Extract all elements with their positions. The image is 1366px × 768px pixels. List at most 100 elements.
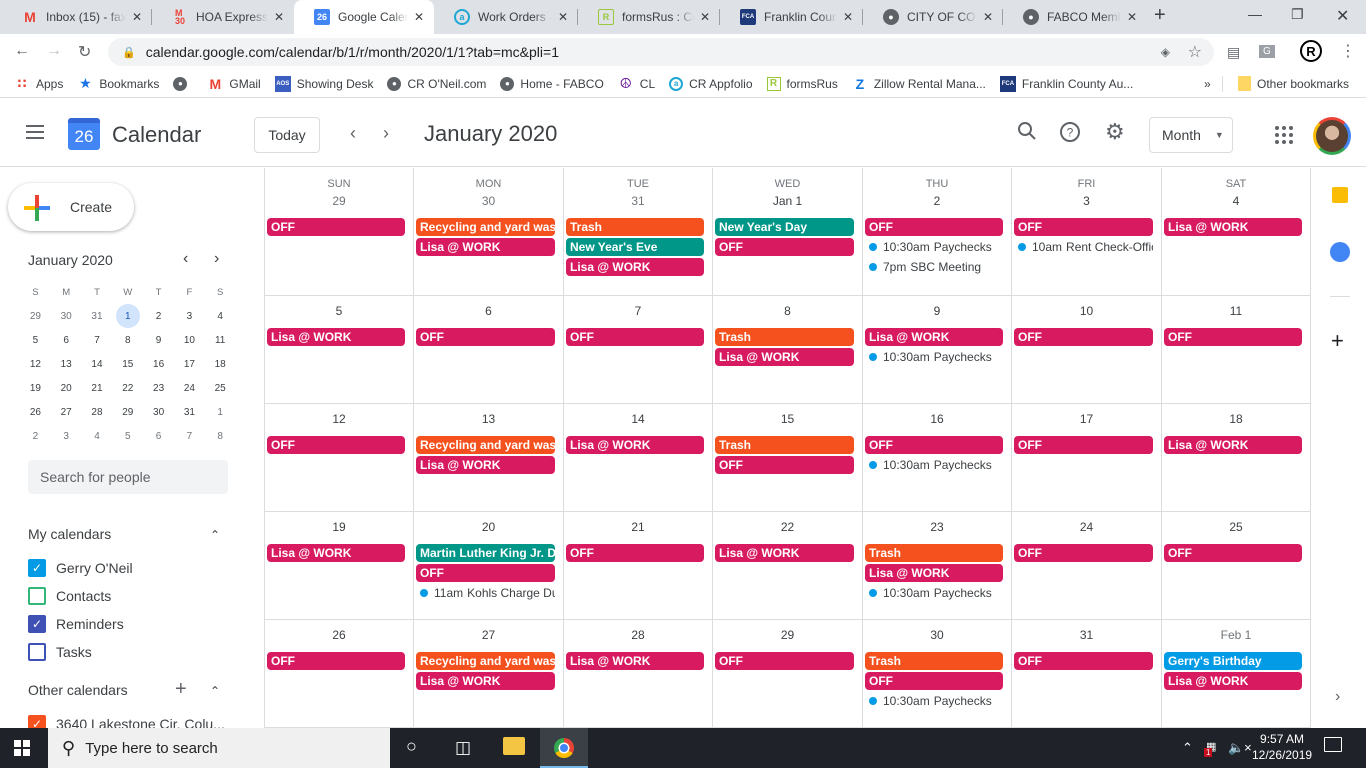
chrome-taskbar-button[interactable] — [540, 728, 588, 768]
event-chip[interactable]: Lisa @ WORK — [566, 652, 704, 670]
day-number[interactable]: 9 — [863, 304, 1011, 318]
day-cell[interactable]: THU 2 OFF 10:30am Paychecks 7pm SBC Meeting — [863, 168, 1012, 296]
mini-day[interactable]: 25 — [205, 376, 236, 400]
event-chip[interactable]: Lisa @ WORK — [267, 544, 405, 562]
new-tab-button[interactable]: + — [1154, 4, 1166, 27]
previous-month-button[interactable]: ‹ — [350, 123, 356, 144]
action-center-icon[interactable] — [1324, 737, 1342, 752]
event-chip[interactable]: Trash — [715, 436, 854, 454]
bookmark-star-icon[interactable]: ☆ — [1188, 42, 1202, 62]
mini-day[interactable]: 11 — [205, 328, 236, 352]
day-number[interactable]: 15 — [713, 412, 862, 426]
today-button[interactable]: Today — [254, 117, 320, 153]
mini-day[interactable]: 22 — [112, 376, 143, 400]
mini-day[interactable]: 6 — [51, 328, 82, 352]
event-chip[interactable]: Recycling and yard waste — [416, 652, 555, 670]
mini-day[interactable]: 21 — [82, 376, 113, 400]
mini-day[interactable]: 6 — [143, 424, 174, 448]
event-chip[interactable]: Recycling and yard waste — [416, 218, 555, 236]
mini-day[interactable]: 26 — [20, 400, 51, 424]
mini-day[interactable]: 18 — [205, 352, 236, 376]
day-number[interactable]: 4 — [1162, 194, 1310, 208]
day-cell[interactable]: 13 Recycling and yard waste Lisa @ WORK — [414, 404, 564, 512]
mini-day[interactable]: 15 — [112, 352, 143, 376]
day-number[interactable]: 26 — [265, 628, 413, 642]
my-calendars-title[interactable]: My calendars — [28, 526, 111, 542]
mini-day[interactable]: 12 — [20, 352, 51, 376]
calendar-checkbox[interactable]: ✓ — [28, 559, 46, 577]
event-chip[interactable]: Gerry's Birthday — [1164, 652, 1302, 670]
day-cell[interactable]: 22 Lisa @ WORK — [713, 512, 863, 620]
help-icon[interactable]: ? — [1059, 121, 1081, 149]
minimize-button[interactable]: — — [1248, 6, 1262, 22]
day-cell[interactable]: 18 Lisa @ WORK — [1162, 404, 1311, 512]
volume-muted-icon[interactable]: 🔈× — [1228, 740, 1252, 756]
bookmark-item[interactable]: RformsRus — [766, 76, 838, 91]
day-number[interactable]: 27 — [414, 628, 563, 642]
create-button[interactable]: Create — [8, 183, 134, 231]
event-chip[interactable]: OFF — [267, 652, 405, 670]
mini-day[interactable]: 3 — [51, 424, 82, 448]
bookmark-item[interactable]: ● Home - FABCO — [500, 76, 604, 91]
event-chip[interactable]: Martin Luther King Jr. Day — [416, 544, 555, 562]
timed-event[interactable]: 10amRent Check-Office — [1016, 238, 1153, 256]
day-cell[interactable]: 21 OFF — [564, 512, 713, 620]
mini-day[interactable]: 29 — [20, 304, 51, 328]
day-number[interactable]: 31 — [564, 194, 712, 208]
day-cell[interactable]: 26 OFF — [265, 620, 414, 728]
day-cell[interactable]: 24 OFF — [1012, 512, 1162, 620]
back-button[interactable]: ← — [14, 42, 30, 60]
browser-tab[interactable]: M30 HOA Express re ✕ — [152, 0, 294, 34]
timed-event[interactable]: 7pm SBC Meeting — [867, 258, 1003, 276]
mini-day[interactable]: 31 — [82, 304, 113, 328]
day-number[interactable]: 13 — [414, 412, 563, 426]
mini-day[interactable]: 20 — [51, 376, 82, 400]
next-month-button[interactable]: › — [383, 123, 389, 144]
day-cell[interactable]: 11 OFF — [1162, 296, 1311, 404]
event-chip[interactable]: Recycling and yard waste — [416, 436, 555, 454]
event-chip[interactable]: Lisa @ WORK — [416, 238, 555, 256]
mini-day[interactable]: 28 — [82, 400, 113, 424]
mini-day[interactable]: 13 — [51, 352, 82, 376]
day-cell[interactable]: 12 OFF — [265, 404, 414, 512]
close-tab-icon[interactable]: ✕ — [1127, 10, 1137, 24]
close-window-button[interactable]: ✕ — [1336, 6, 1349, 26]
event-chip[interactable]: OFF — [416, 564, 555, 582]
mini-day[interactable]: 8 — [112, 328, 143, 352]
day-cell[interactable]: 15 Trash OFF — [713, 404, 863, 512]
mini-day[interactable]: 14 — [82, 352, 113, 376]
mini-day[interactable]: 5 — [20, 328, 51, 352]
timed-event[interactable]: 10:30am Paychecks — [867, 584, 1003, 602]
file-explorer-icon[interactable] — [503, 737, 525, 755]
mini-day[interactable]: 17 — [174, 352, 205, 376]
browser-tab[interactable]: ● FABCO Membe ✕ — [1003, 0, 1147, 34]
event-chip[interactable]: Lisa @ WORK — [715, 348, 854, 366]
day-cell[interactable]: 19 Lisa @ WORK — [265, 512, 414, 620]
day-number[interactable]: 30 — [414, 194, 563, 208]
mini-day[interactable]: 2 — [20, 424, 51, 448]
mini-day[interactable]: 31 — [174, 400, 205, 424]
day-number[interactable]: 28 — [564, 628, 712, 642]
day-number[interactable]: 21 — [564, 520, 712, 534]
day-cell[interactable]: 30 Trash OFF 10:30am Paychecks — [863, 620, 1012, 728]
event-chip[interactable]: Trash — [715, 328, 854, 346]
event-chip[interactable]: Trash — [865, 544, 1003, 562]
mini-day[interactable]: 30 — [51, 304, 82, 328]
event-chip[interactable]: Lisa @ WORK — [566, 258, 704, 276]
event-chip[interactable]: OFF — [566, 328, 704, 346]
day-number[interactable]: 30 — [863, 628, 1011, 642]
day-number[interactable]: 2 — [863, 194, 1011, 208]
calendar-checkbox[interactable] — [28, 587, 46, 605]
event-chip[interactable]: Lisa @ WORK — [416, 672, 555, 690]
cast-icon[interactable]: ▤ — [1227, 44, 1240, 61]
event-chip[interactable]: OFF — [1164, 328, 1302, 346]
day-number[interactable]: 23 — [863, 520, 1011, 534]
day-cell[interactable]: SUN 29 OFF — [265, 168, 414, 296]
day-cell[interactable]: 17 OFF — [1012, 404, 1162, 512]
event-chip[interactable]: OFF — [1164, 544, 1302, 562]
calendar-list-item[interactable]: Contacts — [28, 587, 111, 605]
mini-day[interactable]: 1 — [205, 400, 236, 424]
event-chip[interactable]: OFF — [715, 652, 854, 670]
close-tab-icon[interactable]: ✕ — [983, 10, 993, 24]
event-chip[interactable]: OFF — [1014, 436, 1153, 454]
